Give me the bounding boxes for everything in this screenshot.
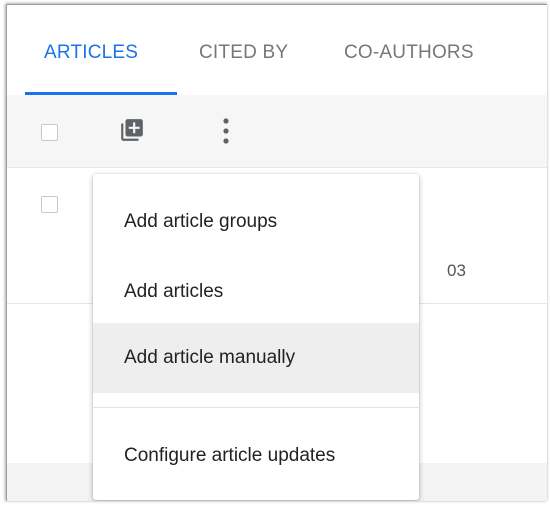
tab-co-authors[interactable]: CO-AUTHORS bbox=[344, 42, 474, 64]
tab-bar: ARTICLES CITED BY CO-AUTHORS bbox=[7, 5, 547, 95]
add-articles-menu: Add article groups Add articles Add arti… bbox=[93, 174, 419, 500]
menu-item-add-articles[interactable]: Add articles bbox=[93, 257, 419, 327]
add-box-icon[interactable] bbox=[119, 117, 145, 143]
menu-item-add-article-groups[interactable]: Add article groups bbox=[93, 187, 419, 257]
menu-item-label: Add article groups bbox=[124, 211, 278, 232]
menu-item-label: Add article manually bbox=[124, 347, 296, 368]
articles-toolbar bbox=[7, 95, 547, 167]
more-vert-icon[interactable] bbox=[219, 117, 233, 147]
menu-separator bbox=[93, 407, 419, 408]
row-divider bbox=[7, 167, 547, 168]
menu-item-label: Configure article updates bbox=[124, 445, 336, 466]
menu-item-configure-article-updates[interactable]: Configure article updates bbox=[93, 421, 419, 491]
select-all-checkbox[interactable] bbox=[41, 124, 58, 141]
row-partial-text: 03 bbox=[447, 261, 466, 280]
profile-articles-panel: ARTICLES CITED BY CO-AUTHORS 03 Add arti… bbox=[6, 4, 547, 501]
tab-articles[interactable]: ARTICLES bbox=[44, 42, 138, 64]
row-checkbox[interactable] bbox=[41, 196, 58, 213]
menu-item-label: Add articles bbox=[124, 281, 224, 302]
tab-cited-by[interactable]: CITED BY bbox=[199, 42, 288, 64]
menu-item-add-article-manually[interactable]: Add article manually bbox=[93, 323, 419, 393]
